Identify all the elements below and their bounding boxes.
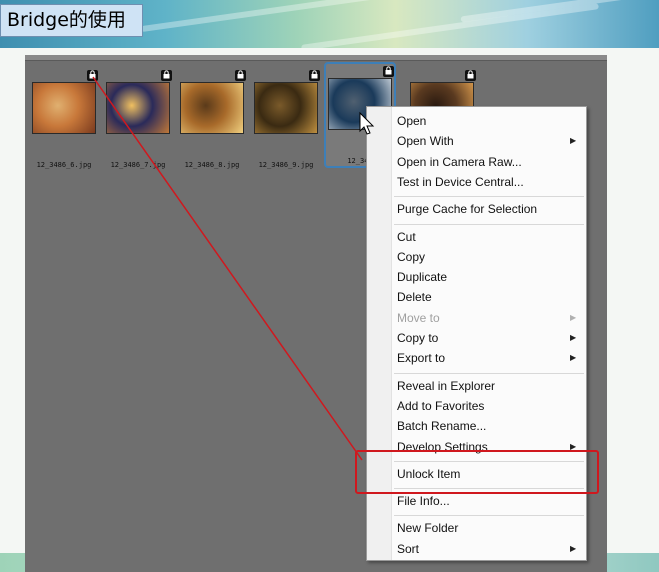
annotation-overlay [92,76,375,461]
mouse-cursor-icon [359,111,375,135]
annotation-arrow-line [92,76,363,461]
